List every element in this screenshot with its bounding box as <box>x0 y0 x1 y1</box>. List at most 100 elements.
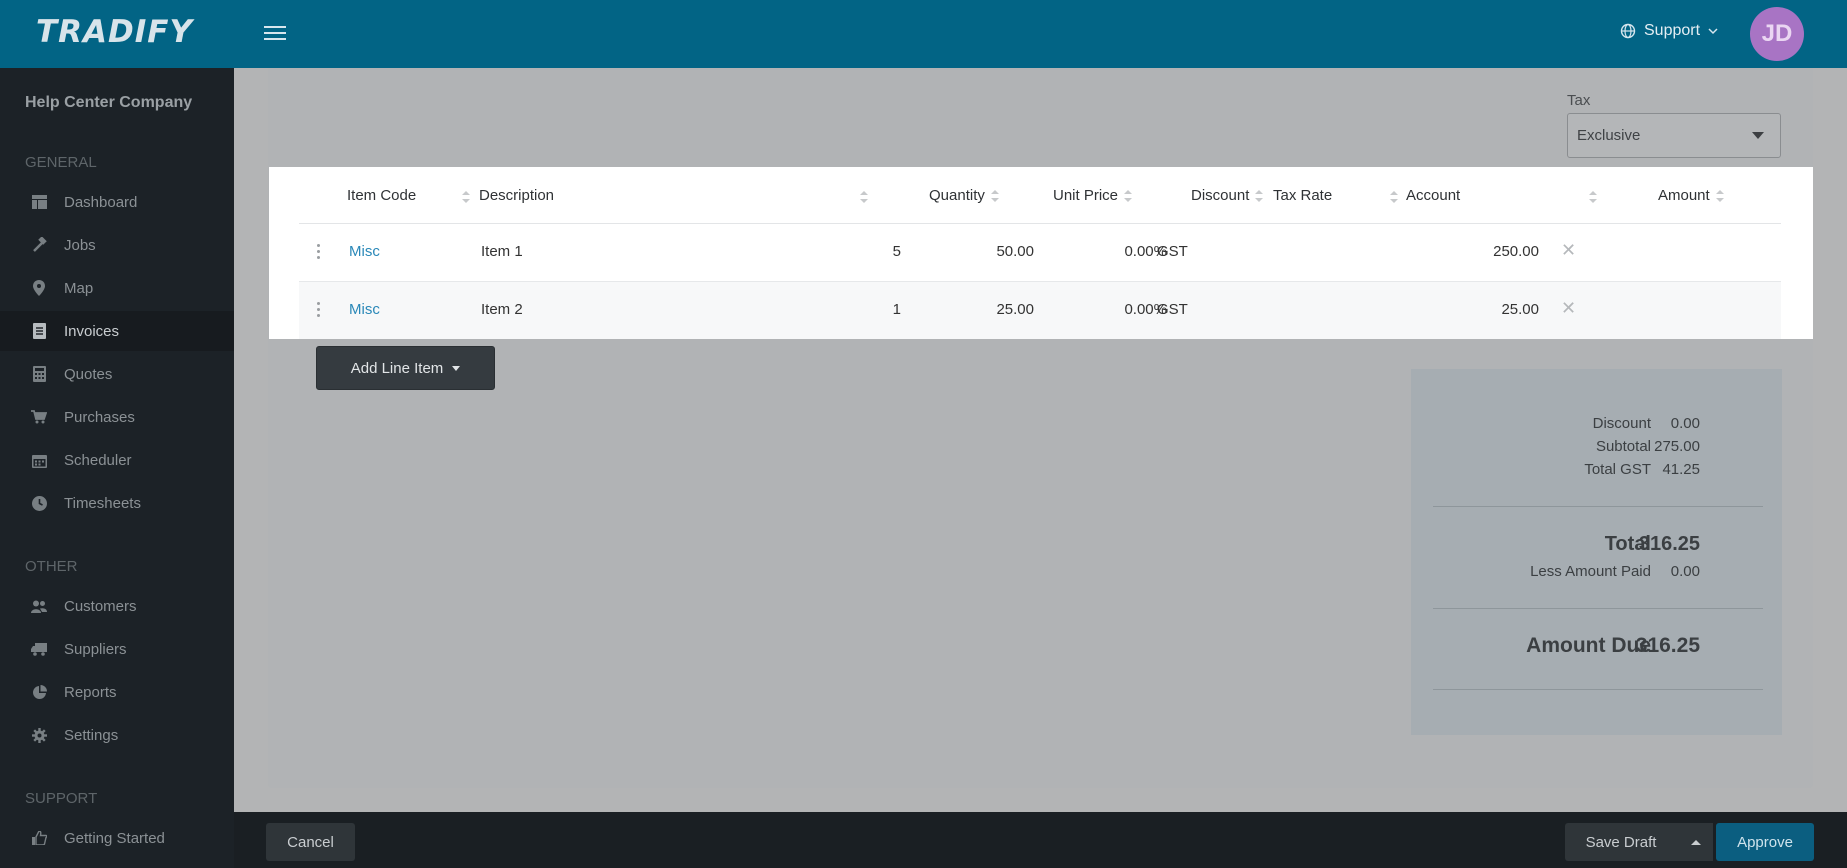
sidebar-item-label: Purchases <box>64 408 135 426</box>
top-bar: TRADIFY Support JD <box>0 0 1847 68</box>
amount-due-value: 316.25 <box>1635 634 1700 657</box>
map-pin-icon <box>30 279 48 297</box>
clock-icon <box>30 494 48 512</box>
column-header-unit-price[interactable]: Unit Price <box>1053 187 1133 204</box>
sort-icon[interactable] <box>1255 189 1264 202</box>
sidebar-item-label: Suppliers <box>64 640 127 658</box>
sidebar-item-label: Jobs <box>64 236 96 254</box>
discount-total-value: 0.00 <box>1670 415 1700 432</box>
drag-handle-icon[interactable] <box>317 302 321 320</box>
sidebar-item-label: Quotes <box>64 365 113 383</box>
support-menu[interactable]: Support <box>1620 22 1718 40</box>
column-header-label: Quantity <box>929 187 985 204</box>
sidebar: Help Center Company GENERAL Dashboard Jo… <box>0 68 234 868</box>
tax-select[interactable]: Exclusive <box>1567 113 1781 158</box>
column-header-amount[interactable]: Amount <box>1658 187 1724 204</box>
less-amount-paid-value: 0.00 <box>1670 563 1700 580</box>
item-code-link[interactable]: Misc <box>349 301 380 318</box>
table-row: Misc Item 1 5 50.00 0.00% GST 250.00 ✕ <box>299 224 1781 281</box>
sidebar-item-label: Dashboard <box>64 193 138 211</box>
cancel-button[interactable]: Cancel <box>266 823 355 861</box>
sidebar-item-dashboard[interactable]: Dashboard <box>0 182 234 222</box>
drag-handle-icon[interactable] <box>317 244 321 262</box>
column-header-label: Description <box>479 187 555 204</box>
sort-icon[interactable] <box>860 191 868 203</box>
table-row: Misc Item 2 1 25.00 0.00% GST 25.00 ✕ <box>299 282 1781 339</box>
hammer-icon <box>30 236 48 254</box>
tax-rate-cell[interactable]: GST <box>1157 301 1188 318</box>
quantity-cell[interactable]: 1 <box>799 301 901 318</box>
column-header-label: Account <box>1406 187 1461 204</box>
amount-cell[interactable]: 25.00 <box>1399 301 1539 318</box>
sort-icon[interactable] <box>1124 189 1133 202</box>
add-line-item-button[interactable]: Add Line Item <box>316 346 495 390</box>
add-line-item-label: Add Line Item <box>350 359 444 377</box>
column-header-label: Item Code <box>347 187 417 204</box>
sidebar-item-jobs[interactable]: Jobs <box>0 225 234 265</box>
sidebar-item-invoices[interactable]: Invoices <box>0 311 234 351</box>
support-label: Support <box>1644 22 1701 39</box>
amount-due-row: Amount Due 316.25 <box>1411 634 1782 662</box>
thumbs-up-icon <box>30 829 48 847</box>
column-header-quantity[interactable]: Quantity <box>929 187 999 204</box>
unit-price-cell[interactable]: 25.00 <box>919 301 1034 318</box>
remove-line-icon[interactable]: ✕ <box>1561 240 1576 261</box>
calendar-icon <box>30 451 48 469</box>
amount-cell[interactable]: 250.00 <box>1399 243 1539 260</box>
sort-icon[interactable] <box>1589 191 1597 203</box>
column-header-description[interactable]: Description <box>479 187 554 204</box>
sidebar-item-getting-started[interactable]: Getting Started <box>0 818 234 858</box>
column-header-label: Amount <box>1658 187 1710 204</box>
sidebar-item-label: Customers <box>64 597 137 615</box>
quantity-cell[interactable]: 5 <box>799 243 901 260</box>
remove-line-icon[interactable]: ✕ <box>1561 298 1576 319</box>
sidebar-item-purchases[interactable]: Purchases <box>0 397 234 437</box>
discount-cell[interactable]: 0.00% <box>1039 301 1167 318</box>
sidebar-item-label: Reports <box>64 683 117 701</box>
description-cell[interactable]: Item 2 <box>481 301 523 318</box>
tax-select-value: Exclusive <box>1577 127 1641 144</box>
menu-toggle-icon[interactable] <box>264 22 286 42</box>
users-icon <box>30 597 48 615</box>
sort-icon[interactable] <box>462 191 470 203</box>
item-code-link[interactable]: Misc <box>349 243 380 260</box>
column-header-item-code[interactable]: Item Code <box>347 187 416 204</box>
approve-button[interactable]: Approve <box>1716 823 1814 861</box>
section-support: SUPPORT <box>25 790 98 807</box>
tax-rate-cell[interactable]: GST <box>1157 243 1188 260</box>
totals-panel: Discount 0.00 Subtotal 275.00 Total GST … <box>1411 369 1782 735</box>
tradify-logo[interactable]: TRADIFY <box>36 14 193 50</box>
column-header-tax-rate[interactable]: Tax Rate <box>1273 187 1332 204</box>
cart-icon <box>30 408 48 426</box>
sort-icon[interactable] <box>990 189 999 202</box>
globe-icon <box>1620 23 1636 39</box>
sort-icon[interactable] <box>1390 191 1398 203</box>
sidebar-item-settings[interactable]: Settings <box>0 715 234 755</box>
dashboard-icon <box>30 193 48 211</box>
column-header-account[interactable]: Account <box>1406 187 1460 204</box>
sidebar-item-timesheets[interactable]: Timesheets <box>0 483 234 523</box>
sidebar-item-suppliers[interactable]: Suppliers <box>0 629 234 669</box>
invoice-icon <box>30 322 48 340</box>
calculator-icon <box>30 365 48 383</box>
unit-price-cell[interactable]: 50.00 <box>919 243 1034 260</box>
caret-up-icon <box>1691 839 1701 845</box>
user-avatar[interactable]: JD <box>1750 7 1804 61</box>
sidebar-item-label: Getting Started <box>64 829 165 847</box>
sidebar-item-scheduler[interactable]: Scheduler <box>0 440 234 480</box>
discount-cell[interactable]: 0.00% <box>1039 243 1167 260</box>
column-header-discount[interactable]: Discount <box>1191 187 1264 204</box>
save-draft-options-button[interactable] <box>1679 823 1713 861</box>
sidebar-item-customers[interactable]: Customers <box>0 586 234 626</box>
sort-icon[interactable] <box>1715 189 1724 202</box>
totals-divider <box>1433 689 1763 690</box>
sidebar-item-reports[interactable]: Reports <box>0 672 234 712</box>
tax-label: Tax <box>1567 92 1591 109</box>
description-cell[interactable]: Item 1 <box>481 243 523 260</box>
column-header-label: Unit Price <box>1053 187 1119 204</box>
total-gst-row: Total GST 41.25 <box>1411 461 1782 481</box>
sidebar-item-map[interactable]: Map <box>0 268 234 308</box>
sidebar-item-quotes[interactable]: Quotes <box>0 354 234 394</box>
totals-divider <box>1433 506 1763 507</box>
totals-divider <box>1433 608 1763 609</box>
